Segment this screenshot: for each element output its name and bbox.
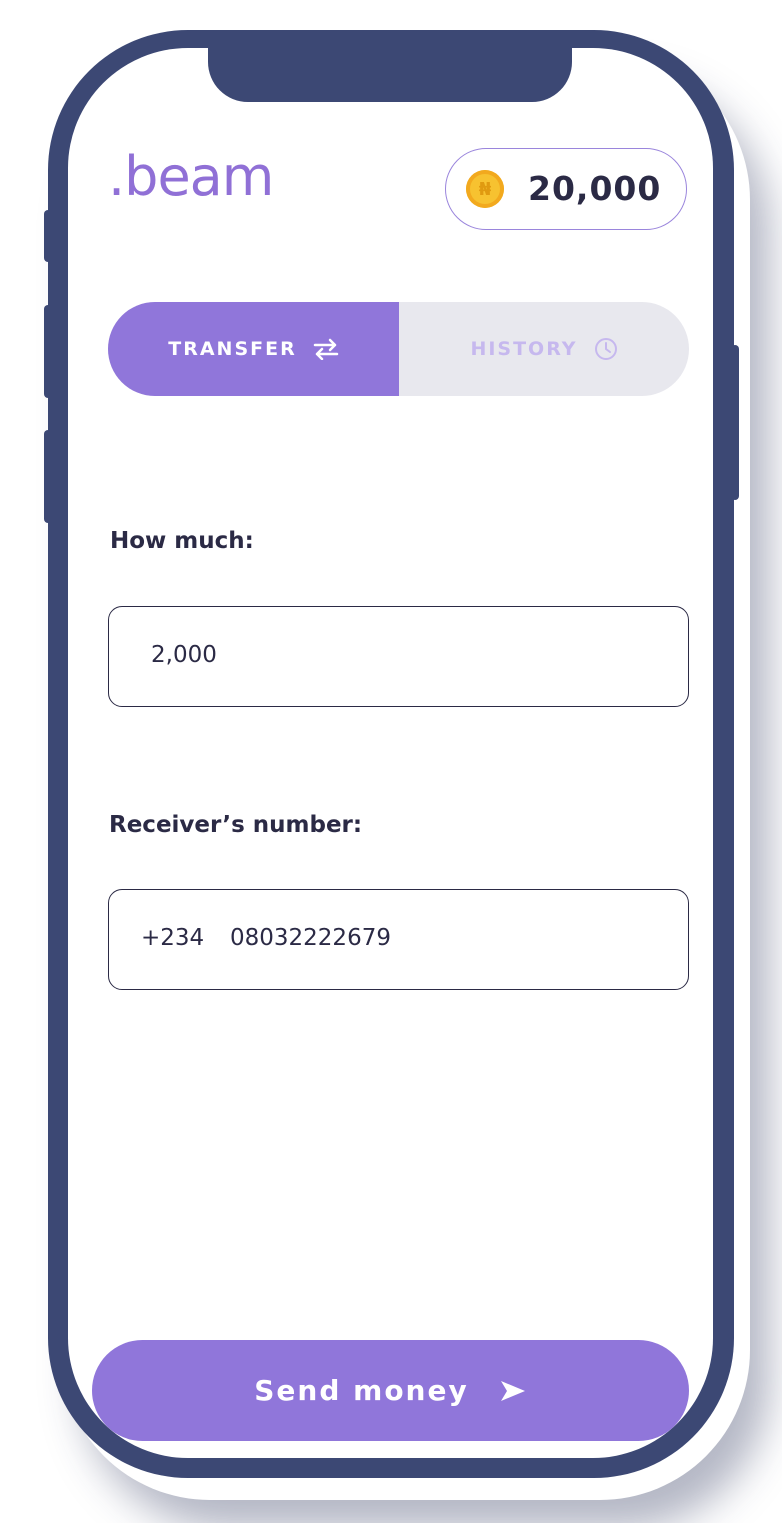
phone-value: 08032222679 <box>230 925 391 951</box>
phone-screen: .beam ₦ 20,000 TRANSFER HISTORY How much… <box>68 48 713 1458</box>
side-button-mute <box>44 210 52 262</box>
side-button-power <box>731 345 739 500</box>
tab-transfer[interactable]: TRANSFER <box>108 302 399 396</box>
tab-bar: TRANSFER HISTORY <box>108 302 689 396</box>
transfer-arrows-icon <box>313 338 338 360</box>
receiver-label: Receiver’s number: <box>109 812 363 838</box>
send-arrow-icon <box>500 1380 525 1401</box>
send-money-label: Send money <box>254 1374 469 1407</box>
balance-amount: 20,000 <box>528 169 662 208</box>
naira-coin-icon: ₦ <box>466 170 504 208</box>
amount-value: 2,000 <box>151 642 217 668</box>
amount-label: How much: <box>110 528 254 554</box>
tab-history-label: HISTORY <box>470 338 578 360</box>
balance-pill[interactable]: ₦ 20,000 <box>445 148 687 230</box>
amount-input[interactable]: 2,000 <box>108 606 689 707</box>
clock-icon <box>594 338 617 360</box>
side-button-volume-down <box>44 430 52 523</box>
country-code[interactable]: +234 <box>141 925 204 951</box>
side-button-volume-up <box>44 305 52 398</box>
send-money-button[interactable]: Send money <box>92 1340 689 1441</box>
notch <box>208 48 572 102</box>
tab-history[interactable]: HISTORY <box>399 302 689 396</box>
tab-transfer-label: TRANSFER <box>168 338 297 360</box>
phone-input[interactable]: +234 08032222679 <box>108 889 689 990</box>
app-logo: .beam <box>108 145 274 208</box>
